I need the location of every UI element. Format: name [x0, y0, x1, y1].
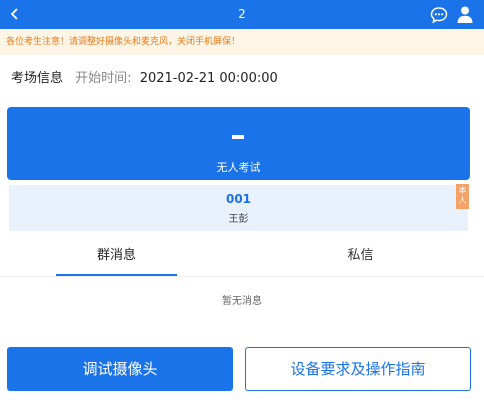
- tab-private-messages[interactable]: 私信: [300, 245, 421, 277]
- notice-banner: 各位考生注意！请调整好摄像头和麦克风，关闭手机屏保！: [0, 29, 484, 55]
- tab-group-messages[interactable]: 群消息: [56, 245, 177, 276]
- message-tabs: 群消息 私信: [0, 245, 484, 277]
- exam-name: 无人考试: [216, 161, 261, 174]
- exam-info: 考场信息 开始时间: 2021-02-21 00:00:00: [11, 67, 278, 86]
- seat-number: 001: [225, 192, 252, 206]
- exam-card: 无人考试: [7, 107, 470, 180]
- device-guide-button[interactable]: 设备要求及操作指南: [245, 347, 471, 391]
- exam-value-dash: [232, 135, 244, 139]
- self-badge: 本人: [456, 184, 469, 209]
- seat-card[interactable]: 001 王彭: [9, 185, 468, 231]
- seat-name: 王彭: [228, 214, 249, 225]
- top-bar: 2: [0, 0, 484, 29]
- chat-bubble-icon[interactable]: [430, 6, 448, 24]
- empty-messages: 暂无消息: [222, 296, 262, 307]
- start-time-label: 开始时间:: [75, 71, 132, 86]
- page-title: 2: [238, 7, 246, 21]
- test-camera-button[interactable]: 调试摄像头: [7, 347, 233, 391]
- user-icon[interactable]: [456, 5, 474, 24]
- start-time-value: 2021-02-21 00:00:00: [139, 71, 278, 86]
- exam-info-label: 考场信息: [11, 71, 64, 86]
